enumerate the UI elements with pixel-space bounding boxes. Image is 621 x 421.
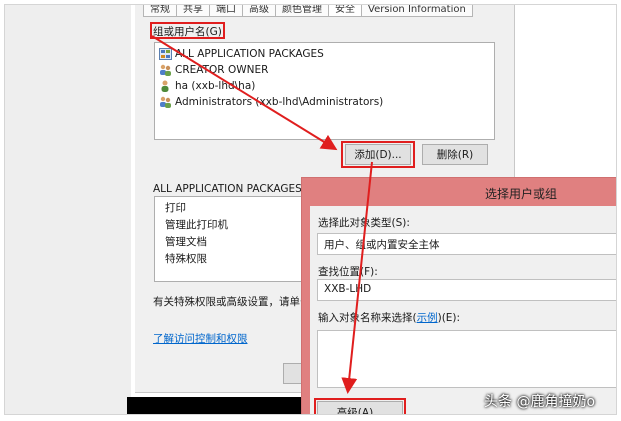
object-type-label: 选择此对象类型(S): <box>318 217 410 229</box>
list-item[interactable]: Administrators (xxb-lhd\Administrators) <box>159 94 490 110</box>
tab-security[interactable]: 安全 <box>328 5 362 17</box>
taskbar-strip <box>127 397 317 414</box>
dialog-border <box>302 206 310 414</box>
object-names-input[interactable] <box>317 330 616 388</box>
group-icon <box>160 64 171 76</box>
object-names-label: 输入对象名称来选择(示例)(E): <box>318 310 460 325</box>
list-item[interactable]: ALL APPLICATION PACKAGES <box>159 46 490 62</box>
learn-access-control-link[interactable]: 了解访问控制和权限 <box>153 331 248 346</box>
names-label-suffix: )(E): <box>437 312 461 324</box>
permissions-header: ALL APPLICATION PACKAGES 的 <box>153 183 316 195</box>
tab-general[interactable]: 常规 <box>143 5 177 17</box>
remove-button[interactable]: 删除(R) <box>422 144 488 165</box>
select-users-dialog: 选择用户或组 选择此对象类型(S): 用户、组或内置安全主体 查找位置(F): … <box>301 177 616 414</box>
user-name: CREATOR OWNER <box>175 64 269 76</box>
tab-version-information[interactable]: Version Information <box>361 5 473 17</box>
dialog-title: 选择用户或组 <box>485 187 558 201</box>
app-packages-icon <box>159 48 172 60</box>
group-icon <box>160 96 171 108</box>
special-permissions-note: 有关特殊权限或高级设置，请单击 <box>153 296 311 308</box>
user-list[interactable]: ALL APPLICATION PACKAGES CREATOR OWNER h… <box>154 42 495 140</box>
names-label-prefix: 输入对象名称来选择( <box>318 312 417 324</box>
tab-ports[interactable]: 端口 <box>209 5 243 17</box>
group-label-highlight <box>150 22 225 39</box>
list-item[interactable]: ha (xxb-lhd\ha) <box>159 78 490 94</box>
user-name: ha (xxb-lhd\ha) <box>175 80 256 92</box>
list-item[interactable]: CREATOR OWNER <box>159 62 490 78</box>
location-field: XXB-LHD <box>317 279 616 301</box>
dialog-titlebar: 选择用户或组 <box>302 178 616 206</box>
screenshot-frame: 常规 共享 端口 高级 颜色管理 安全 Version Information … <box>4 4 617 415</box>
desktop-background <box>5 5 131 414</box>
watermark: 头条 @鹿角撞奶o <box>484 394 596 410</box>
user-icon <box>161 80 169 92</box>
examples-link[interactable]: 示例 <box>417 312 438 324</box>
advanced-button-highlight <box>314 398 406 414</box>
location-label: 查找位置(F): <box>318 266 378 278</box>
user-name: Administrators (xxb-lhd\Administrators) <box>175 96 384 108</box>
tab-sharing[interactable]: 共享 <box>176 5 210 17</box>
user-name: ALL APPLICATION PACKAGES <box>175 48 324 60</box>
object-type-field: 用户、组或内置安全主体 <box>317 233 616 255</box>
tab-bar: 常规 共享 端口 高级 颜色管理 安全 Version Information <box>143 5 473 17</box>
tab-color-management[interactable]: 颜色管理 <box>275 5 329 17</box>
add-button-highlight <box>341 141 415 168</box>
tab-advanced[interactable]: 高级 <box>242 5 276 17</box>
